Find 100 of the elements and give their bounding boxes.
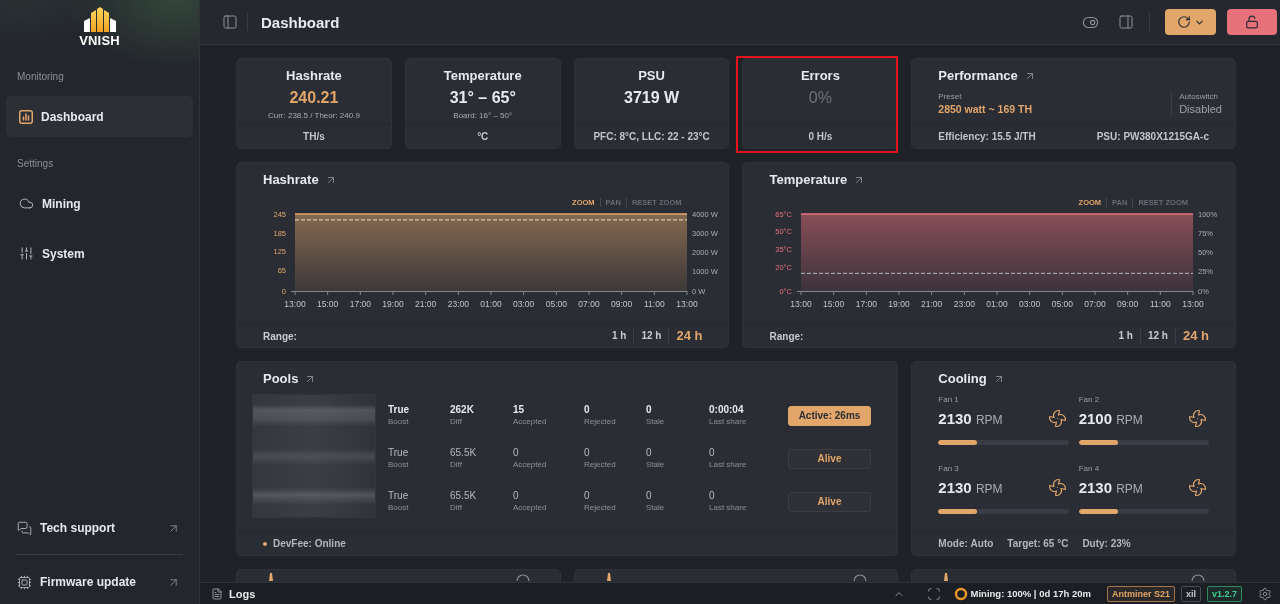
bar-chart-icon: [19, 109, 33, 124]
pool-value: 0: [646, 404, 653, 416]
nav-item[interactable]: Mining: [6, 183, 193, 224]
range-button[interactable]: 1 h: [1118, 329, 1133, 343]
x-axis-label: 15:00: [823, 299, 845, 309]
pool-field-label: Rejected: [584, 459, 617, 470]
x-axis-label: 09:00: [1117, 299, 1139, 309]
stat-value: 240.21: [289, 88, 339, 108]
x-axis-label: 19:00: [382, 299, 404, 309]
pool-value: 0: [709, 490, 716, 502]
ring-icon: [953, 586, 968, 601]
footer-text: TH/s: [303, 130, 325, 142]
fan-label: Fan 3: [938, 464, 960, 474]
autoswitch-value: Disabled: [1179, 102, 1222, 116]
pool-status-badge: Alive: [788, 491, 871, 512]
panel-toggle-button[interactable]: [1118, 14, 1134, 30]
stat-value: 0%: [808, 88, 832, 108]
fan-speed: 2100 RPM: [1078, 409, 1143, 427]
pool-value: True: [388, 404, 411, 416]
sidebar-link[interactable]: Firmware update: [6, 562, 193, 602]
fan-label: Fan 2: [1078, 395, 1101, 405]
panel-icon: [222, 14, 238, 30]
settings-icon: [1258, 586, 1272, 601]
x-axis-label: 17:00: [856, 299, 878, 309]
card-title: PSU: [638, 68, 665, 84]
pool-value: 15: [513, 404, 526, 416]
restart-menu-button[interactable]: [1165, 9, 1216, 35]
logo-text: VNISH: [79, 34, 120, 47]
x-axis-label: 19:00: [888, 299, 911, 309]
range-button[interactable]: 1 h: [612, 329, 627, 343]
pool-value: 0:00:04: [709, 404, 745, 416]
x-axis-label: 13:00: [1182, 299, 1205, 309]
stat-value: 31° – 65°: [449, 88, 516, 108]
nav-item[interactable]: System: [6, 233, 193, 274]
pool-field-label: Diff: [450, 416, 463, 427]
range-button[interactable]: 12 h: [633, 329, 662, 343]
logs-button[interactable]: Logs: [211, 587, 256, 600]
pool-value: 65.5K: [450, 447, 478, 459]
stat-value: 3719 W: [624, 88, 680, 108]
range-label: Range:: [263, 330, 297, 342]
version-badge: v1.2.7: [1206, 585, 1242, 602]
fan-icon: [1047, 408, 1067, 428]
card-title: Hashrate: [286, 68, 342, 84]
x-axis-label: 13:00: [790, 299, 813, 309]
range-button[interactable]: 24 h: [1174, 329, 1209, 343]
devfee-status: DevFee: Online: [273, 538, 346, 549]
x-axis-label: 03:00: [1019, 299, 1041, 309]
pool-field-label: Accepted: [513, 459, 548, 470]
x-axis-label: 21:00: [415, 299, 437, 309]
pool-value: 0: [646, 490, 653, 502]
scan-button[interactable]: [926, 586, 941, 601]
x-axis-label: 01:00: [480, 299, 502, 309]
marker-icon: [268, 573, 274, 581]
lock-button[interactable]: [1227, 9, 1277, 35]
footer-text: PFC: 8°C, LLC: 22 - 23°C: [593, 130, 710, 142]
settings-button[interactable]: [1258, 586, 1272, 601]
x-axis-label: 03:00: [513, 299, 535, 309]
range-button[interactable]: 12 h: [1139, 329, 1168, 343]
pool-value: True: [388, 447, 410, 459]
pool-field-label: Diff: [450, 459, 463, 470]
page-title: Dashboard: [261, 13, 340, 31]
pool-value: 262K: [450, 404, 475, 416]
pool-field-label: Diff: [450, 502, 463, 513]
chat-icon: [17, 520, 32, 536]
fan-label: Fan 4: [1078, 464, 1101, 474]
autoswitch-label: Autoswitch: [1179, 92, 1219, 102]
section-label: Monitoring: [16, 71, 64, 83]
pool-field-label: Accepted: [513, 502, 548, 513]
card-title: Cooling: [938, 371, 987, 387]
tag-badge: xil: [1180, 585, 1201, 602]
pool-value: 0: [584, 404, 591, 416]
nav-item[interactable]: Dashboard: [6, 96, 193, 137]
card-title: Hashrate: [263, 172, 319, 188]
marker-icon: [943, 573, 950, 581]
scan-icon: [926, 586, 941, 601]
pool-field-label: Boost: [388, 502, 410, 513]
sidebar-toggle-button[interactable]: [222, 14, 238, 30]
sidebar-link[interactable]: Tech support: [6, 508, 193, 548]
x-axis-label: 07:00: [1084, 299, 1107, 309]
fan-icon: [1188, 408, 1207, 428]
logo-icon: [83, 7, 116, 32]
range-label: Range:: [769, 330, 804, 342]
document-icon: [211, 587, 223, 600]
fan-speed: 2130 RPM: [938, 478, 1003, 496]
preset-value: 2850 watt ~ 169 TH: [938, 102, 1032, 116]
card-title: Errors: [800, 68, 840, 84]
range-button[interactable]: 24 h: [668, 329, 703, 343]
x-axis-label: 01:00: [986, 299, 1009, 309]
cloud-icon: [19, 196, 34, 211]
fan-speed: 2130 RPM: [1078, 478, 1143, 496]
cooling-setting: Mode: Auto: [938, 538, 994, 549]
cooling-setting: Duty: 23%: [1082, 538, 1131, 549]
pool-value: 0: [646, 447, 653, 459]
arc-icon: [853, 573, 868, 581]
rotate-icon: [1176, 15, 1191, 29]
footer-text: PSU: PW380X1215GA-c: [1096, 130, 1209, 142]
pool-field-label: Last share: [709, 502, 748, 513]
card-title: Performance: [938, 68, 1018, 84]
stat-detail: Board: 16° – 50°: [453, 111, 513, 121]
pool-field-label: Rejected: [584, 502, 617, 513]
